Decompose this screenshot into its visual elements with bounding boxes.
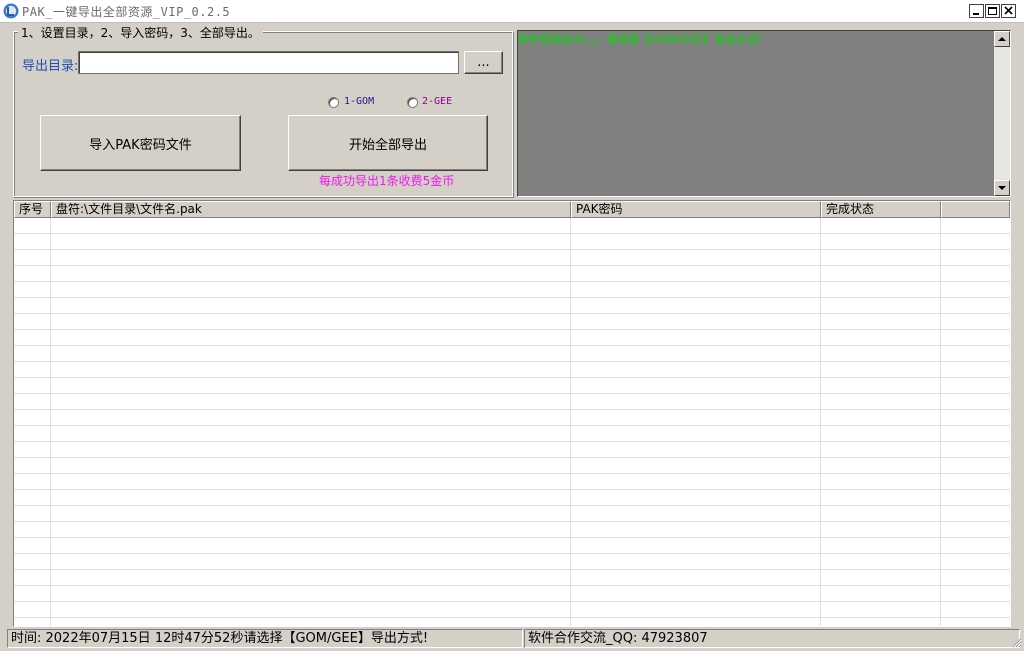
browse-button[interactable]: ... [464, 51, 503, 74]
column-header-extra[interactable] [941, 201, 1010, 218]
radio-gee[interactable] [407, 97, 418, 108]
maximize-icon [988, 7, 997, 15]
export-dir-input[interactable] [78, 51, 459, 74]
resize-grip-icon[interactable] [1010, 636, 1022, 648]
import-password-button[interactable]: 导入PAK密码文件 [40, 115, 241, 171]
app-logo-icon [3, 3, 19, 19]
fee-note: 每成功导出1条收费5金币 [319, 174, 455, 188]
radio-gom[interactable] [328, 97, 339, 108]
group-caption: 1、设置目录，2、导入密码，3、全部导出。 [18, 24, 263, 41]
minimize-button[interactable] [969, 4, 984, 18]
column-header-password[interactable]: PAK密码 [571, 201, 821, 218]
radio-gom-label[interactable]: 1-GOM [344, 96, 374, 107]
close-icon [1004, 6, 1013, 15]
column-header-status[interactable]: 完成状态 [821, 201, 941, 218]
radio-gee-label[interactable]: 2-GEE [422, 96, 452, 107]
arrow-up-icon [998, 37, 1006, 41]
maximize-button[interactable] [985, 4, 1000, 18]
table-body[interactable] [14, 218, 1010, 626]
export-all-button[interactable]: 开始全部导出 [288, 115, 488, 171]
log-message: 软件初始化中。。。请选择【GOM/GEE】导出方式! [518, 33, 763, 46]
status-time: 时间: 2022年07月15日 12时47分52秒请选择【GOM/GEE】导出方… [7, 629, 523, 648]
scroll-up-button[interactable] [994, 31, 1010, 47]
scroll-down-button[interactable] [994, 180, 1010, 196]
column-header-index[interactable]: 序号 [14, 201, 51, 218]
window-title: PAK_一键导出全部资源_VIP_0.2.5 [22, 5, 231, 19]
log-scrollbar[interactable] [994, 31, 1010, 196]
column-header-path[interactable]: 盘符:\文件目录\文件名.pak [51, 201, 571, 218]
arrow-down-icon [998, 186, 1006, 190]
file-table[interactable]: 序号 盘符:\文件目录\文件名.pak PAK密码 完成状态 [13, 200, 1011, 627]
export-dir-label: 导出目录: [22, 59, 79, 74]
table-header: 序号 盘符:\文件目录\文件名.pak PAK密码 完成状态 [14, 201, 1010, 218]
status-bar: 时间: 2022年07月15日 12时47分52秒请选择【GOM/GEE】导出方… [0, 628, 1024, 650]
minimize-icon [973, 13, 979, 15]
log-panel[interactable] [517, 30, 1011, 197]
close-button[interactable] [1001, 4, 1016, 18]
status-contact: 软件合作交流_QQ: 47923807 [524, 629, 1020, 648]
